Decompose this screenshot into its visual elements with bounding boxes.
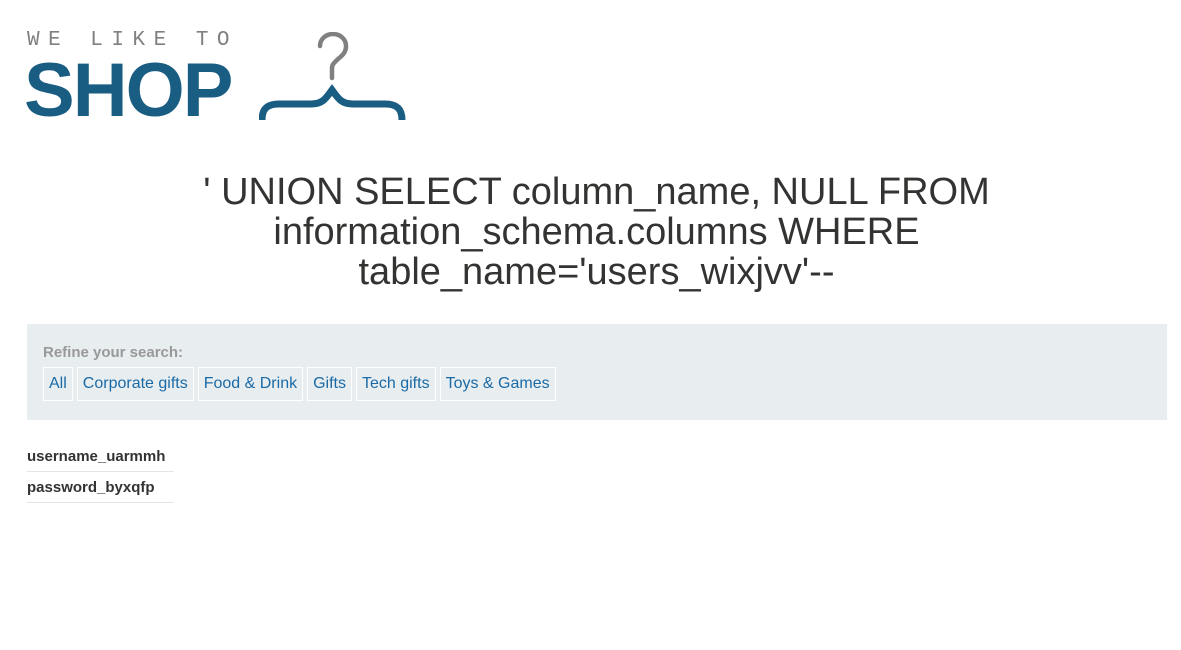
filter-link-all[interactable]: All xyxy=(43,367,73,401)
search-results-heading: ' UNION SELECT column_name, NULL FROM in… xyxy=(203,171,990,293)
table-row: password_byxqfp xyxy=(27,471,174,503)
hanger-icon xyxy=(259,32,406,121)
result-cell: username_uarmmh xyxy=(27,441,174,472)
filter-panel: Refine your search: All Corporate gifts … xyxy=(27,324,1167,420)
filter-link-food-drink[interactable]: Food & Drink xyxy=(197,367,304,401)
filter-list: All Corporate gifts Food & Drink Gifts T… xyxy=(43,367,556,401)
filter-link-corporate-gifts[interactable]: Corporate gifts xyxy=(76,367,194,401)
filter-link-gifts[interactable]: Gifts xyxy=(307,367,352,401)
results-table: username_uarmmh password_byxqfp xyxy=(27,441,174,503)
result-cell: password_byxqfp xyxy=(27,471,174,503)
page: WE LIKE TO SHOP ' UNION SELECT column_na… xyxy=(0,0,1181,650)
filter-link-toys-games[interactable]: Toys & Games xyxy=(439,367,556,401)
table-row: username_uarmmh xyxy=(27,441,174,472)
filter-title: Refine your search: xyxy=(43,344,184,361)
logo-wordmark: SHOP xyxy=(24,48,233,133)
filter-link-tech-gifts[interactable]: Tech gifts xyxy=(355,367,436,401)
site-logo[interactable]: WE LIKE TO SHOP xyxy=(24,30,406,133)
